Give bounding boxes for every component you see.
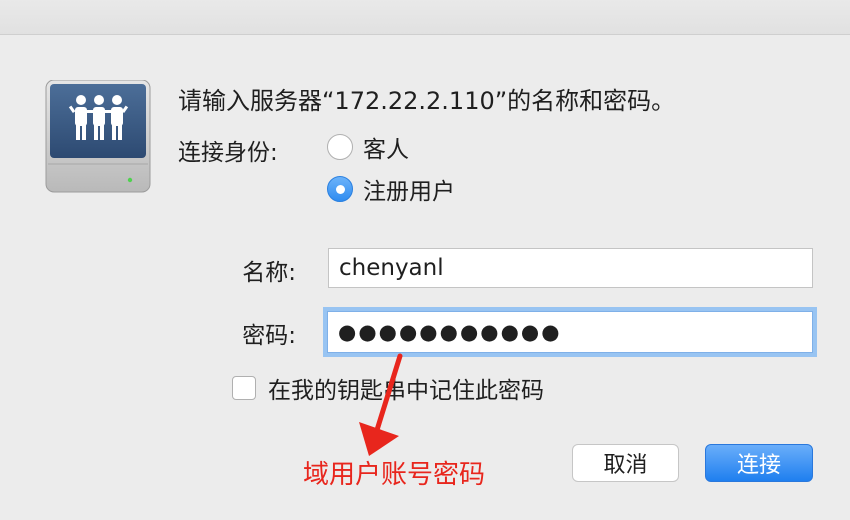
remember-checkbox[interactable]	[232, 376, 256, 400]
name-input[interactable]: chenyanl	[328, 248, 813, 288]
radio-circle[interactable]	[327, 134, 353, 160]
password-label: 密码:	[242, 323, 296, 349]
dialog-prompt: 请输入服务器“172.22.2.110”的名称和密码。	[178, 87, 676, 115]
server-people-icon	[45, 80, 151, 193]
password-input[interactable]: ●●●●●●●●●●●	[327, 311, 813, 353]
cancel-button[interactable]: 取消	[572, 444, 679, 482]
annotation-arrow-icon	[359, 353, 403, 456]
radio-registered-user-label: 注册用户	[363, 179, 455, 205]
radio-guest-label: 客人	[363, 137, 409, 163]
radio-circle-selected[interactable]	[327, 176, 353, 202]
radio-registered-user[interactable]: 注册用户	[327, 174, 455, 205]
connect-button[interactable]: 连接	[705, 444, 813, 482]
connect-as-label: 连接身份:	[178, 140, 278, 166]
annotation-text: 域用户账号密码	[303, 460, 486, 490]
radio-guest[interactable]: 客人	[327, 132, 409, 163]
window-titlebar	[0, 0, 850, 35]
name-label: 名称:	[242, 260, 296, 286]
radio-dot	[335, 184, 345, 194]
